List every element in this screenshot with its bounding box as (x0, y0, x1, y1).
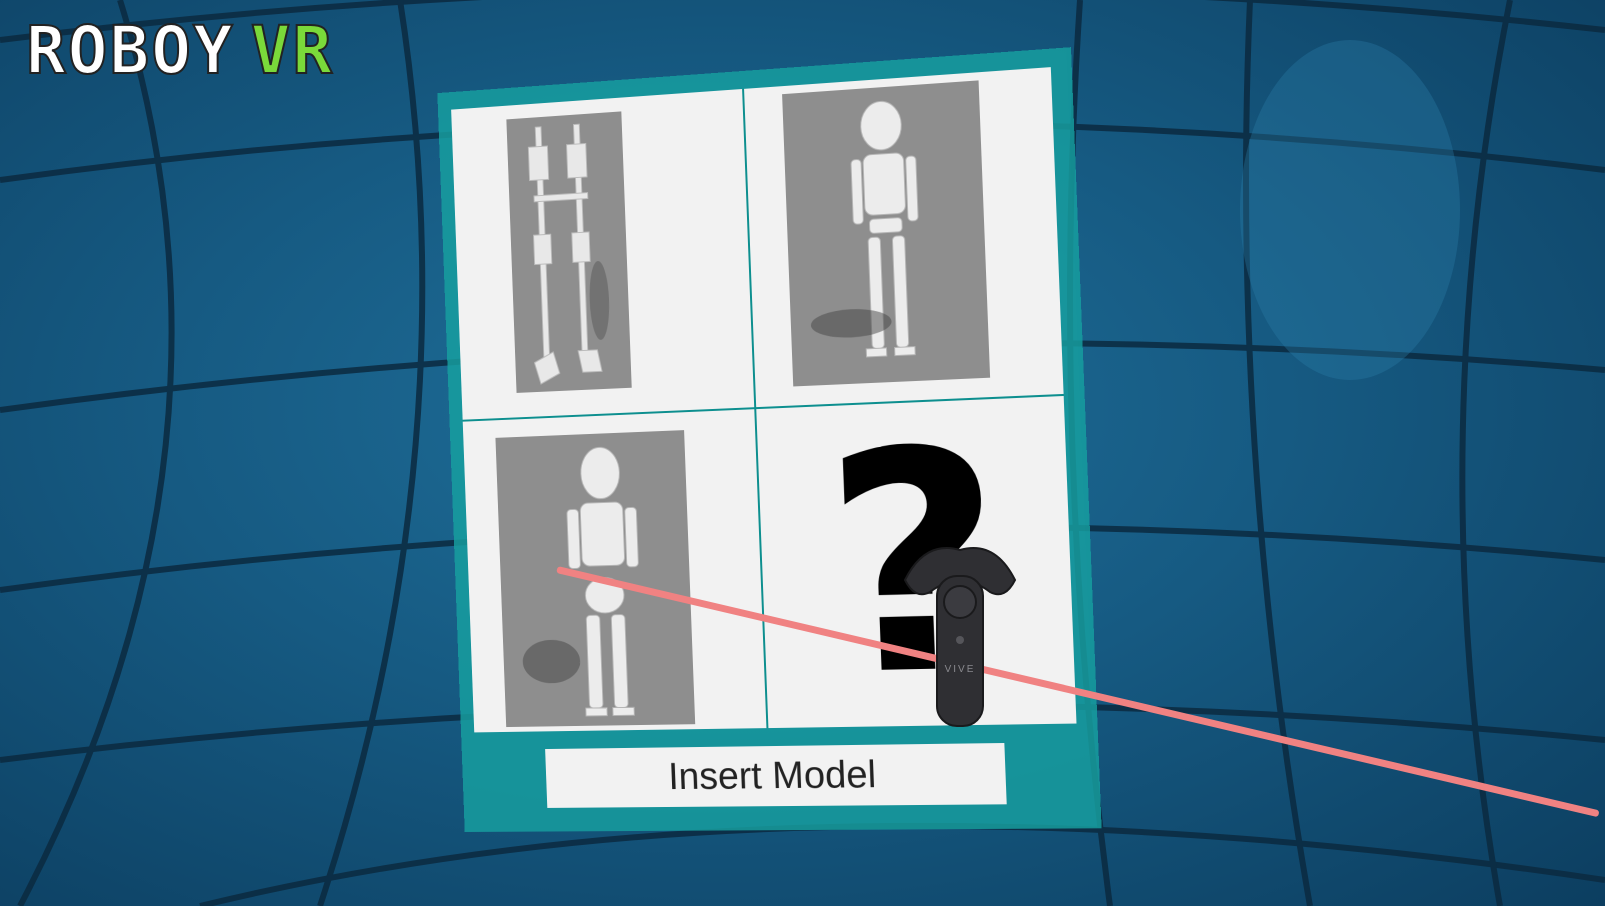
legs-model-thumbnail (506, 111, 632, 393)
model-tile-skeleton[interactable] (744, 67, 1064, 408)
app-logo: ROBOY VR (25, 17, 334, 85)
robot-skeleton-icon (810, 80, 990, 386)
vr-scene: ROBOY VR ? Insert Model VIVE (0, 0, 1605, 906)
model-tile-legs[interactable] (451, 89, 755, 420)
controller-brand-text: VIVE (945, 664, 976, 675)
logo-word-roboy: ROBOY (25, 12, 235, 89)
model-tile-roboy[interactable] (462, 409, 767, 733)
skeleton-model-thumbnail (782, 80, 991, 387)
insert-model-button[interactable]: Insert Model (545, 742, 1007, 808)
leg-rig-icon (506, 111, 611, 393)
vive-controller-icon[interactable]: VIVE (895, 540, 1025, 730)
logo-word-vr: VR (250, 12, 335, 89)
